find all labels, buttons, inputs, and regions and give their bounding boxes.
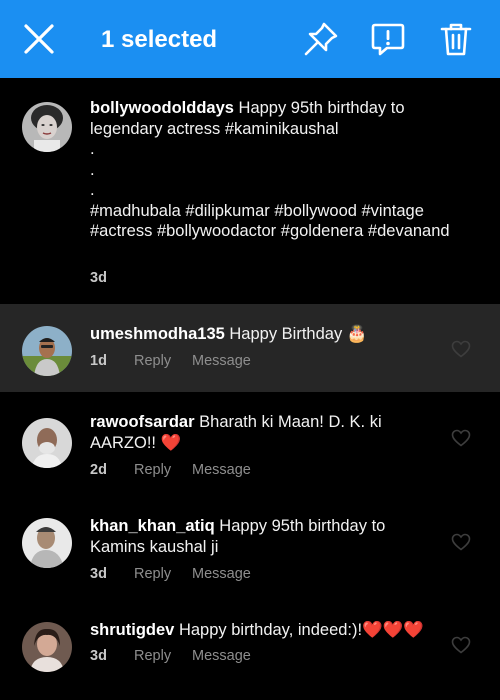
delete-icon[interactable] <box>437 20 475 58</box>
comment-text: umeshmodha135 Happy Birthday 🎂 <box>90 324 435 345</box>
message-button[interactable]: Message <box>192 353 251 369</box>
reply-button[interactable]: Reply <box>134 566 192 582</box>
post-caption: bollywoodolddays Happy 95th birthday to … <box>0 78 500 302</box>
comment-age: 1d <box>90 353 107 369</box>
like-heart-icon[interactable] <box>451 533 471 551</box>
comment-age: 3d <box>90 566 107 582</box>
post-meta: 3d <box>90 270 134 286</box>
comment-text: shrutigdev Happy birthday, indeed:)!❤️❤️… <box>90 620 435 641</box>
reply-button[interactable]: Reply <box>134 648 192 664</box>
avatar[interactable] <box>22 102 72 152</box>
caption-dot: . <box>90 140 95 158</box>
selection-action-bar: 1 selected <box>0 0 500 78</box>
comment-username[interactable]: rawoofsardar <box>90 413 195 431</box>
post-age: 3d <box>90 270 107 286</box>
close-icon[interactable] <box>22 22 56 56</box>
comment-body: Happy Birthday 🎂 <box>224 325 368 343</box>
message-button[interactable]: Message <box>192 566 251 582</box>
avatar[interactable] <box>22 418 72 468</box>
comment-item[interactable]: rawoofsardar Bharath ki Maan! D. K. ki A… <box>0 392 500 496</box>
comment-item[interactable]: khan_khan_atiq Happy 95th birthday to Ka… <box>0 496 500 600</box>
like-heart-icon[interactable] <box>451 340 471 358</box>
comment-username[interactable]: umeshmodha135 <box>90 325 225 343</box>
avatar[interactable] <box>22 622 72 672</box>
post-hashtags: #madhubala #dilipkumar #bollywood #vinta… <box>90 201 450 241</box>
avatar[interactable] <box>22 518 72 568</box>
comment-item[interactable]: shrutigdev Happy birthday, indeed:)!❤️❤️… <box>0 600 500 700</box>
selection-count-title: 1 selected <box>101 26 218 53</box>
comment-username[interactable]: shrutigdev <box>90 621 174 639</box>
comment-age: 2d <box>90 462 107 478</box>
post-username[interactable]: bollywoodolddays <box>90 99 234 117</box>
comment-item[interactable]: umeshmodha135 Happy Birthday 🎂 1d Reply … <box>0 304 500 392</box>
comment-meta: 3d Reply Message <box>90 566 251 582</box>
post-caption-text: bollywoodolddays Happy 95th birthday to … <box>90 98 480 242</box>
pin-icon[interactable] <box>302 20 340 58</box>
comment-meta: 2d Reply Message <box>90 462 251 478</box>
caption-dot: . <box>90 160 95 179</box>
comment-username[interactable]: khan_khan_atiq <box>90 517 215 535</box>
comment-body: Happy birthday, indeed:)!❤️❤️❤️ <box>174 621 424 639</box>
report-icon[interactable] <box>369 20 407 58</box>
comment-text: rawoofsardar Bharath ki Maan! D. K. ki A… <box>90 412 435 454</box>
message-button[interactable]: Message <box>192 648 251 664</box>
caption-dot: . <box>90 181 95 199</box>
comment-text: khan_khan_atiq Happy 95th birthday to Ka… <box>90 516 435 558</box>
comment-meta: 1d Reply Message <box>90 353 251 369</box>
like-heart-icon[interactable] <box>451 636 471 654</box>
reply-button[interactable]: Reply <box>134 353 192 369</box>
comment-age: 3d <box>90 648 107 664</box>
comment-meta: 3d Reply Message <box>90 648 251 664</box>
message-button[interactable]: Message <box>192 462 251 478</box>
avatar[interactable] <box>22 326 72 376</box>
like-heart-icon[interactable] <box>451 429 471 447</box>
reply-button[interactable]: Reply <box>134 462 192 478</box>
